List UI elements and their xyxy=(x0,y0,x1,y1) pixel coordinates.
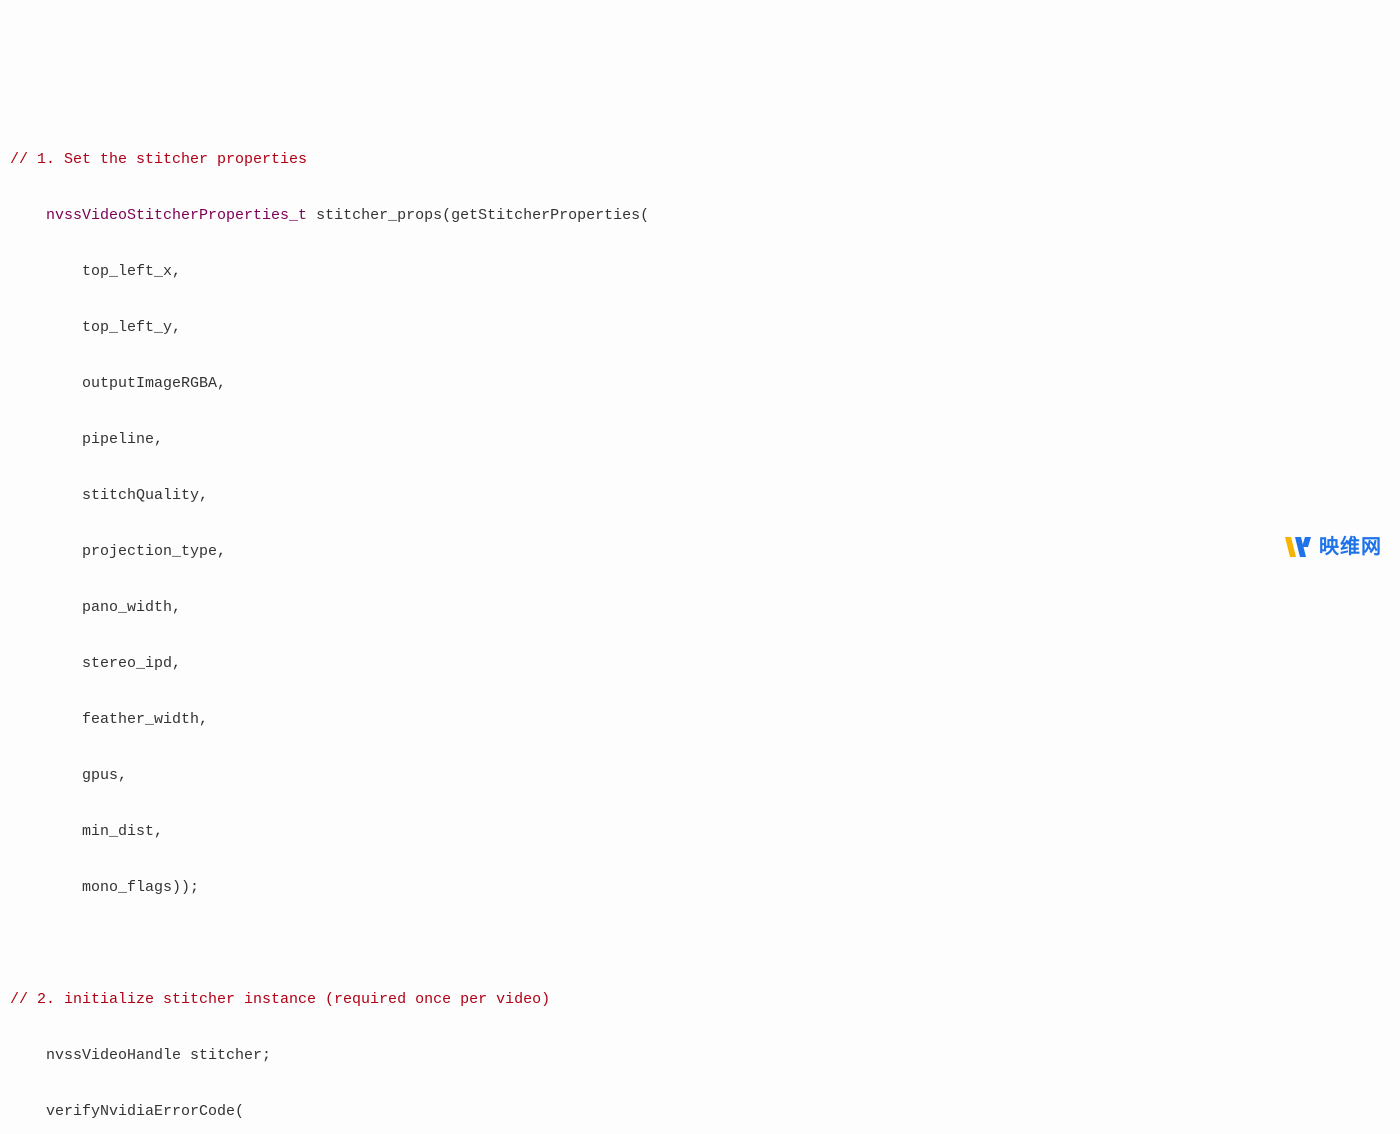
code-text: nvssVideoHandle stitcher; xyxy=(46,1047,271,1064)
code-arg: stitchQuality, xyxy=(82,487,208,504)
code-arg: stereo_ipd, xyxy=(82,655,181,672)
watermark-logo-icon xyxy=(1283,535,1313,559)
code-block: // 1. Set the stitcher properties nvssVi… xyxy=(10,118,1400,1134)
code-arg: pano_width, xyxy=(82,599,181,616)
code-type: nvssVideoStitcherProperties_t xyxy=(46,207,307,224)
code-comment: // 1. Set the stitcher properties xyxy=(10,151,307,168)
code-text: stitcher_props(getStitcherProperties( xyxy=(316,207,649,224)
code-arg: outputImageRGBA, xyxy=(82,375,226,392)
code-arg: gpus, xyxy=(82,767,127,784)
code-arg: top_left_x, xyxy=(82,263,181,280)
code-arg: top_left_y, xyxy=(82,319,181,336)
code-text: verifyNvidiaErrorCode( xyxy=(46,1103,244,1120)
code-arg: mono_flags)); xyxy=(82,879,199,896)
code-arg: min_dist, xyxy=(82,823,163,840)
watermark: 映维网 xyxy=(1283,533,1382,561)
code-arg: feather_width, xyxy=(82,711,208,728)
code-comment: // 2. initialize stitcher instance (requ… xyxy=(10,991,550,1008)
code-arg: projection_type, xyxy=(82,543,226,560)
code-arg: pipeline, xyxy=(82,431,163,448)
watermark-text: 映维网 xyxy=(1319,533,1382,561)
